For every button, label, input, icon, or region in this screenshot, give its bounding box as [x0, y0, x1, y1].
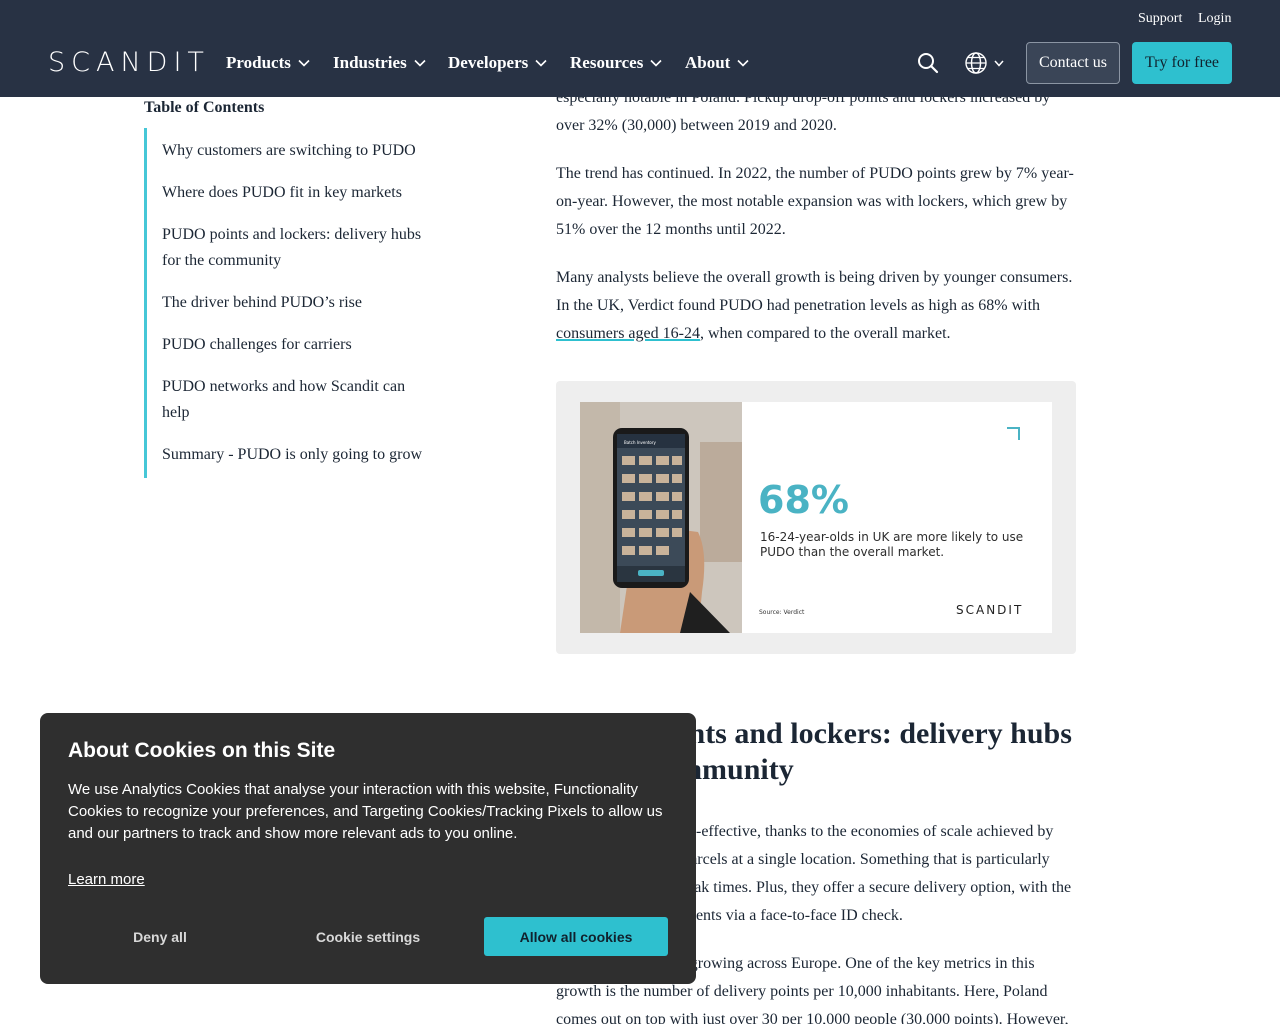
chevron-down-icon — [298, 59, 310, 67]
support-link[interactable]: Support — [1138, 10, 1182, 28]
article-paragraph: Many analysts believe the overall growth… — [556, 264, 1076, 348]
toc-item-why-switching[interactable]: Why customers are switching to PUDO — [162, 138, 424, 164]
nav-about[interactable]: About — [685, 52, 749, 74]
login-link[interactable]: Login — [1198, 10, 1231, 28]
toc-list: Why customers are switching to PUDO Wher… — [144, 128, 424, 478]
paragraph-text: , when compared to the overall market. — [699, 325, 951, 342]
stat-description: 16-24-year-olds in UK are more likely to… — [760, 530, 1024, 559]
phone-screen-title: Batch Inventory — [624, 440, 657, 445]
figure-source: Source: Verdict — [759, 609, 805, 616]
chevron-down-icon — [414, 59, 426, 67]
nav-industries[interactable]: Industries — [333, 52, 426, 74]
learn-more-link[interactable]: Learn more — [68, 871, 145, 888]
contact-us-button[interactable]: Contact us — [1026, 42, 1120, 84]
language-selector[interactable] — [962, 51, 1006, 75]
nav-resources[interactable]: Resources — [570, 52, 662, 74]
cookie-description: We use Analytics Cookies that analyse yo… — [68, 781, 663, 842]
nav-about-label: About — [685, 53, 731, 72]
decorative-corner — [1007, 427, 1020, 440]
cookie-title: About Cookies on this Site — [68, 739, 336, 762]
article-figure: Batch Inventory 68% 16-24-year-olds in U… — [556, 381, 1076, 654]
toc-item-scandit-help[interactable]: PUDO networks and how Scandit can help — [162, 374, 424, 426]
article-paragraph: The trend has continued. In 2022, the nu… — [556, 165, 1074, 238]
try-for-free-button[interactable]: Try for free — [1132, 42, 1232, 84]
cookie-banner: About Cookies on this Site We use Analyt… — [40, 713, 696, 984]
consumers-aged-link[interactable]: consumers aged 16-24 — [556, 325, 700, 342]
chevron-down-icon — [650, 59, 662, 67]
globe-icon — [965, 52, 987, 74]
stat-percentage: 68% — [758, 478, 849, 522]
nav-industries-label: Industries — [333, 53, 407, 72]
chevron-down-icon — [535, 59, 547, 67]
toc-title: Table of Contents — [144, 99, 265, 116]
paragraph-text: Many analysts believe the overall growth… — [556, 269, 1073, 314]
figure-logo: SCANDIT — [956, 603, 1024, 617]
nav-developers-label: Developers — [448, 53, 529, 72]
phone-illustration: Batch Inventory — [580, 402, 742, 633]
site-header: Support Login SCANDIT Products Industrie… — [0, 0, 1280, 97]
toc-item-summary[interactable]: Summary - PUDO is only going to grow — [162, 442, 424, 468]
search-icon — [918, 53, 939, 74]
toc-item-points-lockers[interactable]: PUDO points and lockers: delivery hubs f… — [162, 222, 424, 274]
search-button[interactable] — [916, 51, 940, 75]
nav-products-label: Products — [226, 53, 291, 72]
chevron-down-icon — [994, 60, 1004, 67]
allow-all-cookies-button[interactable]: Allow all cookies — [484, 917, 668, 956]
chevron-down-icon — [737, 59, 749, 67]
article-body: especially notable in Poland. Pickup dro… — [556, 80, 1076, 348]
nav-developers[interactable]: Developers — [448, 52, 547, 74]
hand-holding-phone-image: Batch Inventory — [580, 402, 742, 633]
toc-item-key-markets[interactable]: Where does PUDO fit in key markets — [162, 180, 424, 206]
deny-all-button[interactable]: Deny all — [70, 917, 250, 956]
toc-item-challenges[interactable]: PUDO challenges for carriers — [162, 332, 424, 358]
nav-products[interactable]: Products — [226, 52, 310, 74]
infographic-card: Batch Inventory 68% 16-24-year-olds in U… — [580, 402, 1052, 633]
toc-item-driver[interactable]: The driver behind PUDO’s rise — [162, 290, 424, 316]
nav-resources-label: Resources — [570, 53, 644, 72]
cookie-settings-button[interactable]: Cookie settings — [278, 917, 458, 956]
logo[interactable]: SCANDIT — [48, 49, 210, 77]
